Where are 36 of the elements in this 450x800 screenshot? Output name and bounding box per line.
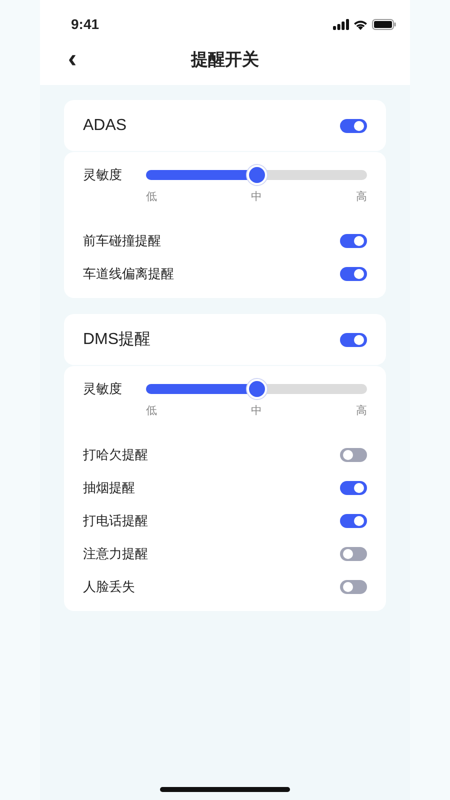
sensitivity-label: 灵敏度 [83, 168, 122, 182]
setting-label: 注意力提醒 [83, 544, 148, 562]
slider-tick-label: 中 [251, 404, 262, 418]
section-toggle[interactable] [340, 332, 367, 346]
wifi-icon [353, 18, 368, 30]
setting-toggle[interactable] [340, 480, 367, 494]
section-toggle[interactable] [340, 118, 367, 132]
slider-tick-label: 低 [146, 404, 157, 418]
slider-thumb[interactable] [246, 165, 266, 185]
slider-tick-label: 高 [356, 404, 367, 418]
setting-label: 打电话提醒 [83, 512, 148, 530]
sensitivity-slider[interactable] [146, 378, 367, 400]
back-button[interactable]: ‹ [68, 45, 77, 71]
section-title: DMS提醒 [83, 330, 151, 350]
setting-label: 车道线偏离提醒 [83, 264, 174, 282]
page-title: 提醒开关 [191, 48, 259, 70]
setting-toggle[interactable] [340, 580, 367, 594]
setting-label: 前车碰撞提醒 [83, 232, 161, 250]
section-title: ADAS [83, 116, 127, 134]
slider-tick-label: 低 [146, 190, 157, 204]
slider-tick-label: 高 [356, 190, 367, 204]
setting-toggle[interactable] [340, 266, 367, 280]
setting-label: 人脸丢失 [83, 578, 135, 596]
status-time: 9:41 [71, 16, 100, 32]
setting-label: 打哈欠提醒 [83, 446, 148, 464]
slider-thumb[interactable] [246, 379, 266, 399]
setting-toggle[interactable] [340, 234, 367, 248]
battery-icon [372, 18, 396, 30]
setting-toggle[interactable] [340, 448, 367, 462]
sensitivity-label: 灵敏度 [83, 382, 122, 396]
setting-toggle[interactable] [340, 546, 367, 560]
signal-icon [333, 18, 349, 30]
setting-label: 抽烟提醒 [83, 478, 135, 496]
slider-tick-label: 中 [251, 190, 262, 204]
setting-toggle[interactable] [340, 514, 367, 528]
sensitivity-slider[interactable] [146, 164, 367, 186]
